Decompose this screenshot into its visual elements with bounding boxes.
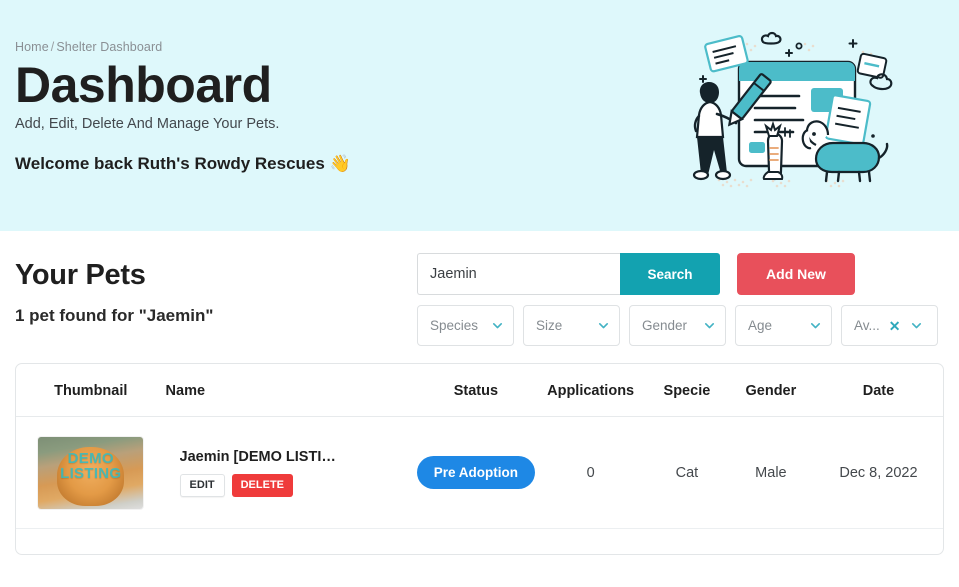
waving-hand-icon: 👋 [329, 154, 351, 173]
filter-age-label: Age [748, 318, 773, 333]
filter-size[interactable]: Size [523, 305, 620, 346]
demo-listing-watermark: DEMO LISTING [38, 449, 143, 483]
search-group: Search [417, 253, 720, 295]
cell-thumbnail: DEMO LISTING [16, 416, 166, 529]
filter-availability[interactable]: Av... ✕ [841, 305, 938, 346]
clear-filter-icon[interactable]: ✕ [886, 319, 904, 333]
pet-thumbnail[interactable]: DEMO LISTING [38, 436, 144, 509]
filter-species-label: Species [430, 318, 479, 333]
main-content: Your Pets 1 pet found for "Jaemin" Searc… [0, 231, 959, 555]
filter-age[interactable]: Age [735, 305, 832, 346]
pets-heading-group: Your Pets 1 pet found for "Jaemin" [15, 253, 213, 326]
pet-name: Jaemin [DEMO LISTI… [179, 448, 336, 465]
watermark-line-2: LISTING [60, 465, 122, 483]
column-header-applications: Applications [535, 364, 646, 417]
filter-row: Species Size Gender Age Av... ✕ [417, 305, 944, 346]
watermark-line-1: DEMO [67, 449, 114, 467]
add-new-button[interactable]: Add New [737, 253, 855, 295]
cell-specie: Cat [645, 416, 728, 529]
column-header-status: Status [416, 364, 536, 417]
pets-toolbar: Your Pets 1 pet found for "Jaemin" Searc… [15, 253, 944, 346]
pets-table-body: DEMO LISTING Jaemin [DEMO LISTI… EDIT DE… [16, 416, 943, 529]
column-header-thumbnail: Thumbnail [16, 364, 166, 417]
breadcrumb-current: Shelter Dashboard [56, 40, 163, 54]
cell-gender: Male [727, 416, 814, 529]
edit-button[interactable]: EDIT [179, 473, 225, 497]
filter-size-label: Size [536, 318, 563, 333]
search-input[interactable] [417, 253, 620, 295]
pets-table-head: Thumbnail Name Status Applications Speci… [16, 364, 943, 417]
breadcrumb-home-link[interactable]: Home [15, 40, 49, 54]
shelter-dashboard-illustration [677, 24, 937, 204]
chevron-down-icon [597, 319, 610, 332]
table-row: DEMO LISTING Jaemin [DEMO LISTI… EDIT DE… [16, 416, 943, 529]
result-count: 1 pet found for "Jaemin" [15, 306, 214, 325]
delete-button[interactable]: DELETE [231, 473, 294, 497]
filter-availability-label: Av... [854, 318, 880, 333]
cell-status: Pre Adoption [416, 416, 536, 529]
filter-gender-label: Gender [642, 318, 688, 333]
column-header-date: Date [813, 364, 943, 417]
table-header-row: Thumbnail Name Status Applications Speci… [16, 364, 943, 417]
column-header-name: Name [165, 364, 417, 417]
column-header-gender: Gender [727, 364, 814, 417]
column-header-specie: Specie [645, 364, 728, 417]
status-badge[interactable]: Pre Adoption [416, 456, 536, 489]
filter-gender[interactable]: Gender [629, 305, 726, 346]
cell-applications: 0 [535, 416, 646, 529]
pets-table: Thumbnail Name Status Applications Speci… [16, 364, 943, 529]
breadcrumb-separator: / [50, 40, 55, 54]
chevron-down-icon [809, 319, 822, 332]
section-title: Your Pets [15, 259, 146, 291]
name-cell: Jaemin [DEMO LISTI… EDIT DELETE [166, 449, 417, 497]
welcome-text: Welcome back Ruth's Rowdy Rescues [15, 154, 325, 173]
search-and-filters: Search Add New Species Size [417, 253, 944, 346]
cell-date: Dec 8, 2022 [813, 416, 943, 529]
search-button[interactable]: Search [620, 253, 720, 295]
pets-table-card: Thumbnail Name Status Applications Speci… [15, 363, 944, 555]
chevron-down-icon [910, 319, 923, 332]
chevron-down-icon [491, 319, 504, 332]
cell-name: Jaemin [DEMO LISTI… EDIT DELETE [165, 416, 417, 529]
filter-species[interactable]: Species [417, 305, 514, 346]
row-actions: EDIT DELETE [179, 473, 417, 497]
hero-banner: Home / Shelter Dashboard Dashboard Add, Ed… [0, 0, 959, 231]
chevron-down-icon [703, 319, 716, 332]
search-row: Search Add New [417, 253, 944, 295]
